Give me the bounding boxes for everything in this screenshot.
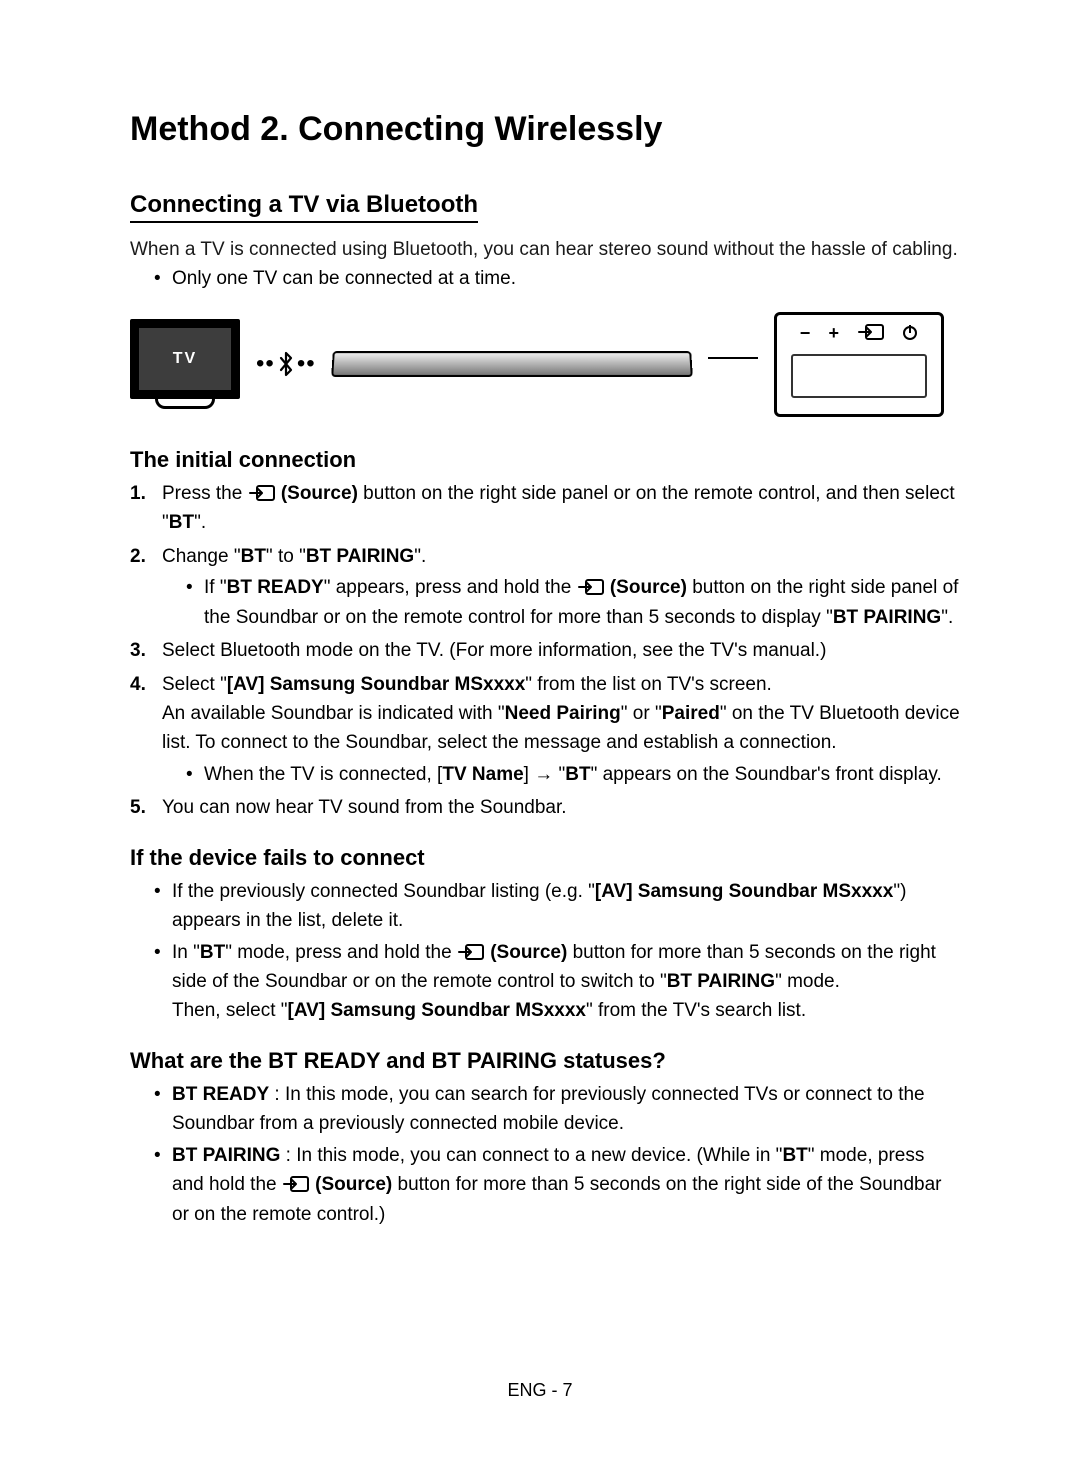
source-icon xyxy=(857,323,885,341)
intro-text: When a TV is connected using Bluetooth, … xyxy=(130,235,960,264)
initial-steps: Press the (Source) button on the right s… xyxy=(130,479,960,823)
step-4: Select "[AV] Samsung Soundbar MSxxxx" fr… xyxy=(130,670,960,790)
heading-statuses: What are the BT READY and BT PAIRING sta… xyxy=(130,1048,960,1074)
fails-bullets: If the previously connected Soundbar lis… xyxy=(130,877,960,1026)
section-heading-bluetooth: Connecting a TV via Bluetooth xyxy=(130,191,478,223)
connection-diagram: TV •• •• − + xyxy=(130,312,960,417)
soundbar-graphic xyxy=(331,352,693,378)
page-title: Method 2. Connecting Wirelessly xyxy=(130,110,960,149)
power-icon xyxy=(903,326,917,340)
volume-down: − xyxy=(800,323,811,344)
status-bt-pairing: BT PAIRING : In this mode, you can conne… xyxy=(154,1141,960,1229)
step-4-sub: When the TV is connected, [TV Name] → "B… xyxy=(186,760,960,789)
bluetooth-icon xyxy=(277,351,295,377)
statuses-bullets: BT READY : In this mode, you can search … xyxy=(130,1080,960,1229)
source-icon xyxy=(282,1175,310,1193)
fails-bullet-2: In "BT" mode, press and hold the (Source… xyxy=(154,938,960,1026)
intro-bullet: Only one TV can be connected at a time. xyxy=(154,264,960,293)
heading-fails-to-connect: If the device fails to connect xyxy=(130,845,960,871)
page-footer: ENG - 7 xyxy=(0,1380,1080,1401)
side-panel-zoom: − + xyxy=(774,312,944,417)
step-1: Press the (Source) button on the right s… xyxy=(130,479,960,538)
step-3: Select Bluetooth mode on the TV. (For mo… xyxy=(130,636,960,665)
bluetooth-signal: •• •• xyxy=(256,350,316,378)
step-2: Change "BT" to "BT PAIRING". If "BT READ… xyxy=(130,542,960,632)
panel-display xyxy=(791,354,927,398)
fails-bullet-1: If the previously connected Soundbar lis… xyxy=(154,877,960,936)
heading-initial-connection: The initial connection xyxy=(130,447,960,473)
source-icon xyxy=(577,578,605,596)
step-2-sub: If "BT READY" appears, press and hold th… xyxy=(186,573,960,632)
source-icon xyxy=(457,943,485,961)
tv-label: TV xyxy=(139,328,231,390)
source-icon xyxy=(248,484,276,502)
step-5: You can now hear TV sound from the Sound… xyxy=(130,793,960,822)
tv-graphic: TV xyxy=(130,319,240,409)
volume-up: + xyxy=(828,323,839,344)
zoom-leader-line xyxy=(708,357,758,359)
status-bt-ready: BT READY : In this mode, you can search … xyxy=(154,1080,960,1139)
